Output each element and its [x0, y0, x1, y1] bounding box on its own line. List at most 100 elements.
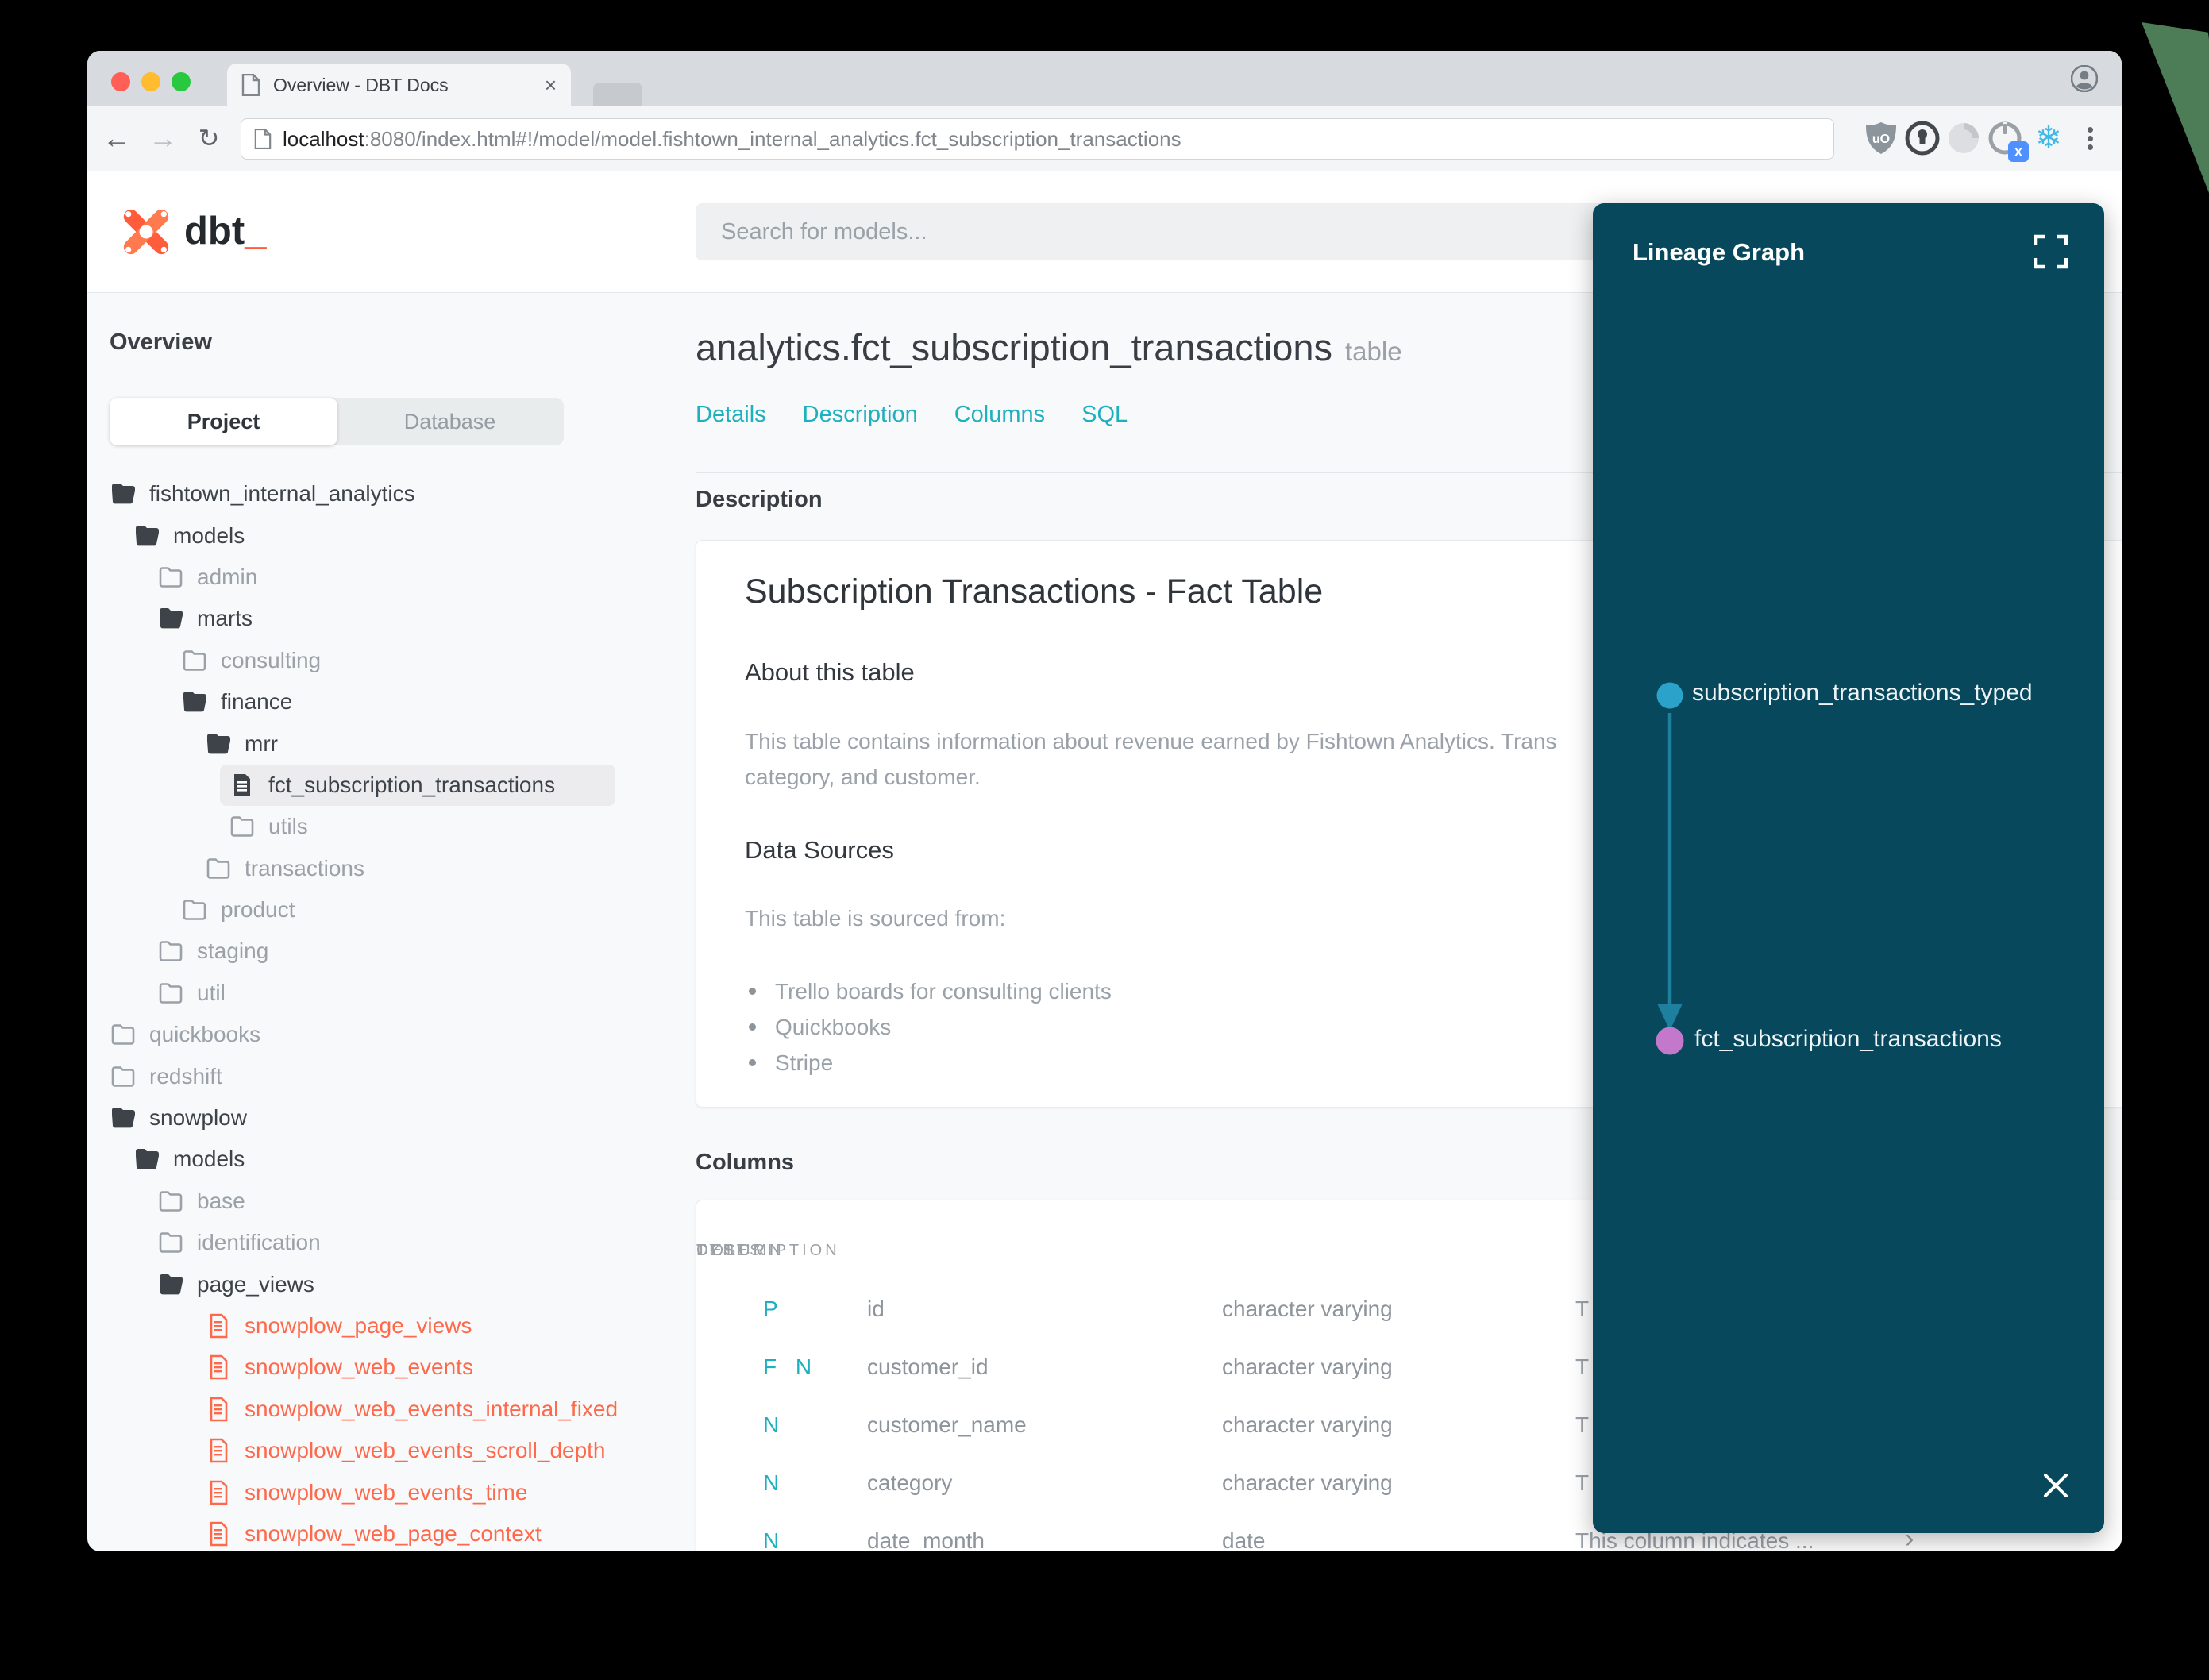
- tree-item-icon: [157, 1229, 184, 1256]
- url-bar[interactable]: localhost:8080/index.html#!/model/model.…: [241, 118, 1834, 160]
- onepassword-icon[interactable]: [1903, 119, 1941, 157]
- svg-text:uO: uO: [1872, 133, 1890, 146]
- tree-item-icon: [205, 1437, 232, 1464]
- folder-open-icon: [112, 1108, 135, 1128]
- power-x-badge: x: [2008, 141, 2029, 162]
- cell-type: character varying: [1222, 1354, 1393, 1379]
- search-input[interactable]: [696, 203, 1680, 260]
- lineage-graph-canvas: [1656, 682, 1684, 1055]
- tree-item[interactable]: quickbooks: [87, 1014, 691, 1055]
- tree-item[interactable]: fct_subscription_transactions: [220, 764, 615, 807]
- tree-item[interactable]: finance: [87, 681, 691, 722]
- tree-item-label: snowplow_web_events_time: [245, 1479, 528, 1505]
- new-tab-button[interactable]: [593, 83, 642, 106]
- tree-item-icon: [133, 1146, 160, 1173]
- cell-description: T: [1575, 1297, 1590, 1321]
- close-window-button[interactable]: [111, 72, 130, 91]
- tree-item-icon: [181, 647, 208, 674]
- about-text-line1: This table contains information about re…: [745, 729, 1557, 753]
- tree-item-label: product: [221, 897, 295, 923]
- file-icon: [234, 773, 250, 796]
- cell-description: T: [1575, 1412, 1590, 1437]
- tree-item[interactable]: snowplow_web_events_time: [87, 1471, 691, 1512]
- minimize-window-button[interactable]: [141, 72, 160, 91]
- lineage-node-label[interactable]: subscription_transactions_typed: [1692, 680, 2033, 707]
- tree-item[interactable]: consulting: [87, 640, 691, 681]
- tree-item[interactable]: page_views: [87, 1263, 691, 1304]
- tree-item-label: snowplow_web_page_context: [245, 1520, 542, 1546]
- lineage-close-icon[interactable]: [2036, 1466, 2076, 1505]
- forward-button: →: [148, 121, 177, 154]
- folder-closed-icon: [111, 1024, 135, 1046]
- tab-project[interactable]: Project: [110, 398, 337, 445]
- tree-item[interactable]: admin: [87, 557, 691, 598]
- tree-item-icon: [205, 1479, 232, 1506]
- file-error-icon: [210, 1480, 228, 1505]
- tree-item[interactable]: snowplow_web_page_context: [87, 1513, 691, 1551]
- tree-item[interactable]: base: [87, 1181, 691, 1222]
- profile-avatar[interactable]: [2071, 65, 2098, 92]
- tree-item-label: transactions: [245, 855, 364, 880]
- folder-closed-icon: [159, 941, 183, 962]
- file-error-icon: [210, 1438, 228, 1463]
- tree-item[interactable]: util: [87, 973, 691, 1014]
- columns-section-heading: Columns: [696, 1150, 795, 1175]
- folder-closed-icon: [159, 1232, 183, 1254]
- tree-item[interactable]: marts: [87, 598, 691, 639]
- model-nav-tab[interactable]: SQL: [1081, 402, 1128, 428]
- tree-item[interactable]: snowplow_web_events: [87, 1347, 691, 1388]
- tree-item[interactable]: redshift: [87, 1055, 691, 1096]
- browser-window: Overview - DBT Docs × ← → ↻ localhost:80…: [87, 51, 2122, 1551]
- power-x-icon[interactable]: x: [1986, 119, 2029, 162]
- tree-item[interactable]: snowplow_page_views: [87, 1305, 691, 1347]
- tree-item-icon: [205, 1396, 232, 1423]
- browser-menu-kebab-icon[interactable]: [2071, 119, 2109, 157]
- tree-item[interactable]: utils: [87, 806, 691, 847]
- tree-item-icon: [229, 813, 256, 840]
- tree-item[interactable]: models: [87, 514, 691, 556]
- tree-item-icon: [205, 1312, 232, 1339]
- tree-item[interactable]: fishtown_internal_analytics: [87, 473, 691, 514]
- tree-item-icon: [157, 1271, 184, 1298]
- tree-item-icon: [110, 1063, 137, 1090]
- data-source-item: Trello boards for consulting clients: [749, 973, 1112, 1009]
- tree-item[interactable]: product: [87, 889, 691, 931]
- file-error-icon: [210, 1521, 228, 1547]
- sidebar-view-switcher: Project Database: [110, 398, 564, 445]
- swirl-icon[interactable]: [1945, 119, 1983, 157]
- folder-closed-icon: [183, 900, 206, 920]
- tree-item[interactable]: staging: [87, 931, 691, 972]
- tree-item[interactable]: mrr: [87, 722, 691, 764]
- desktop-wallpaper-sliver: [2142, 22, 2209, 193]
- dbt-logo[interactable]: [119, 205, 173, 259]
- model-nav-tab[interactable]: Details: [696, 402, 766, 428]
- folder-closed-icon: [111, 1065, 135, 1087]
- tree-item-label: finance: [221, 689, 293, 715]
- tree-item-icon: [133, 522, 160, 549]
- lineage-node-label[interactable]: fct_subscription_transactions: [1694, 1026, 2002, 1053]
- cell-column: customer_id: [867, 1354, 989, 1379]
- browser-tab[interactable]: Overview - DBT Docs ×: [227, 64, 571, 106]
- ublock-shield-icon[interactable]: uO: [1862, 119, 1900, 157]
- tree-item[interactable]: snowplow_web_events_scroll_depth: [87, 1430, 691, 1471]
- tab-close-icon[interactable]: ×: [545, 73, 557, 98]
- tree-item[interactable]: snowplow_web_events_internal_fixed: [87, 1389, 691, 1430]
- model-nav-tabs: Details Description Columns SQL: [696, 402, 1128, 428]
- tree-item[interactable]: transactions: [87, 848, 691, 889]
- tree-item[interactable]: models: [87, 1139, 691, 1180]
- file-error-icon: [210, 1397, 228, 1422]
- folder-open-icon: [112, 484, 135, 504]
- reload-button[interactable]: ↻: [191, 106, 227, 170]
- folder-open-icon: [160, 608, 183, 629]
- tree-item[interactable]: identification: [87, 1222, 691, 1263]
- cell-tests: N: [763, 1470, 786, 1495]
- tree-item[interactable]: snowplow: [87, 1097, 691, 1139]
- cell-tests: N: [763, 1528, 786, 1551]
- tab-database[interactable]: Database: [336, 398, 564, 445]
- zoom-window-button[interactable]: [172, 72, 191, 91]
- back-button[interactable]: ←: [98, 106, 135, 170]
- cell-type: date: [1222, 1528, 1266, 1551]
- model-nav-tab[interactable]: Description: [803, 402, 918, 428]
- snowflake-icon[interactable]: ❄: [2030, 119, 2068, 157]
- model-nav-tab[interactable]: Columns: [954, 402, 1045, 428]
